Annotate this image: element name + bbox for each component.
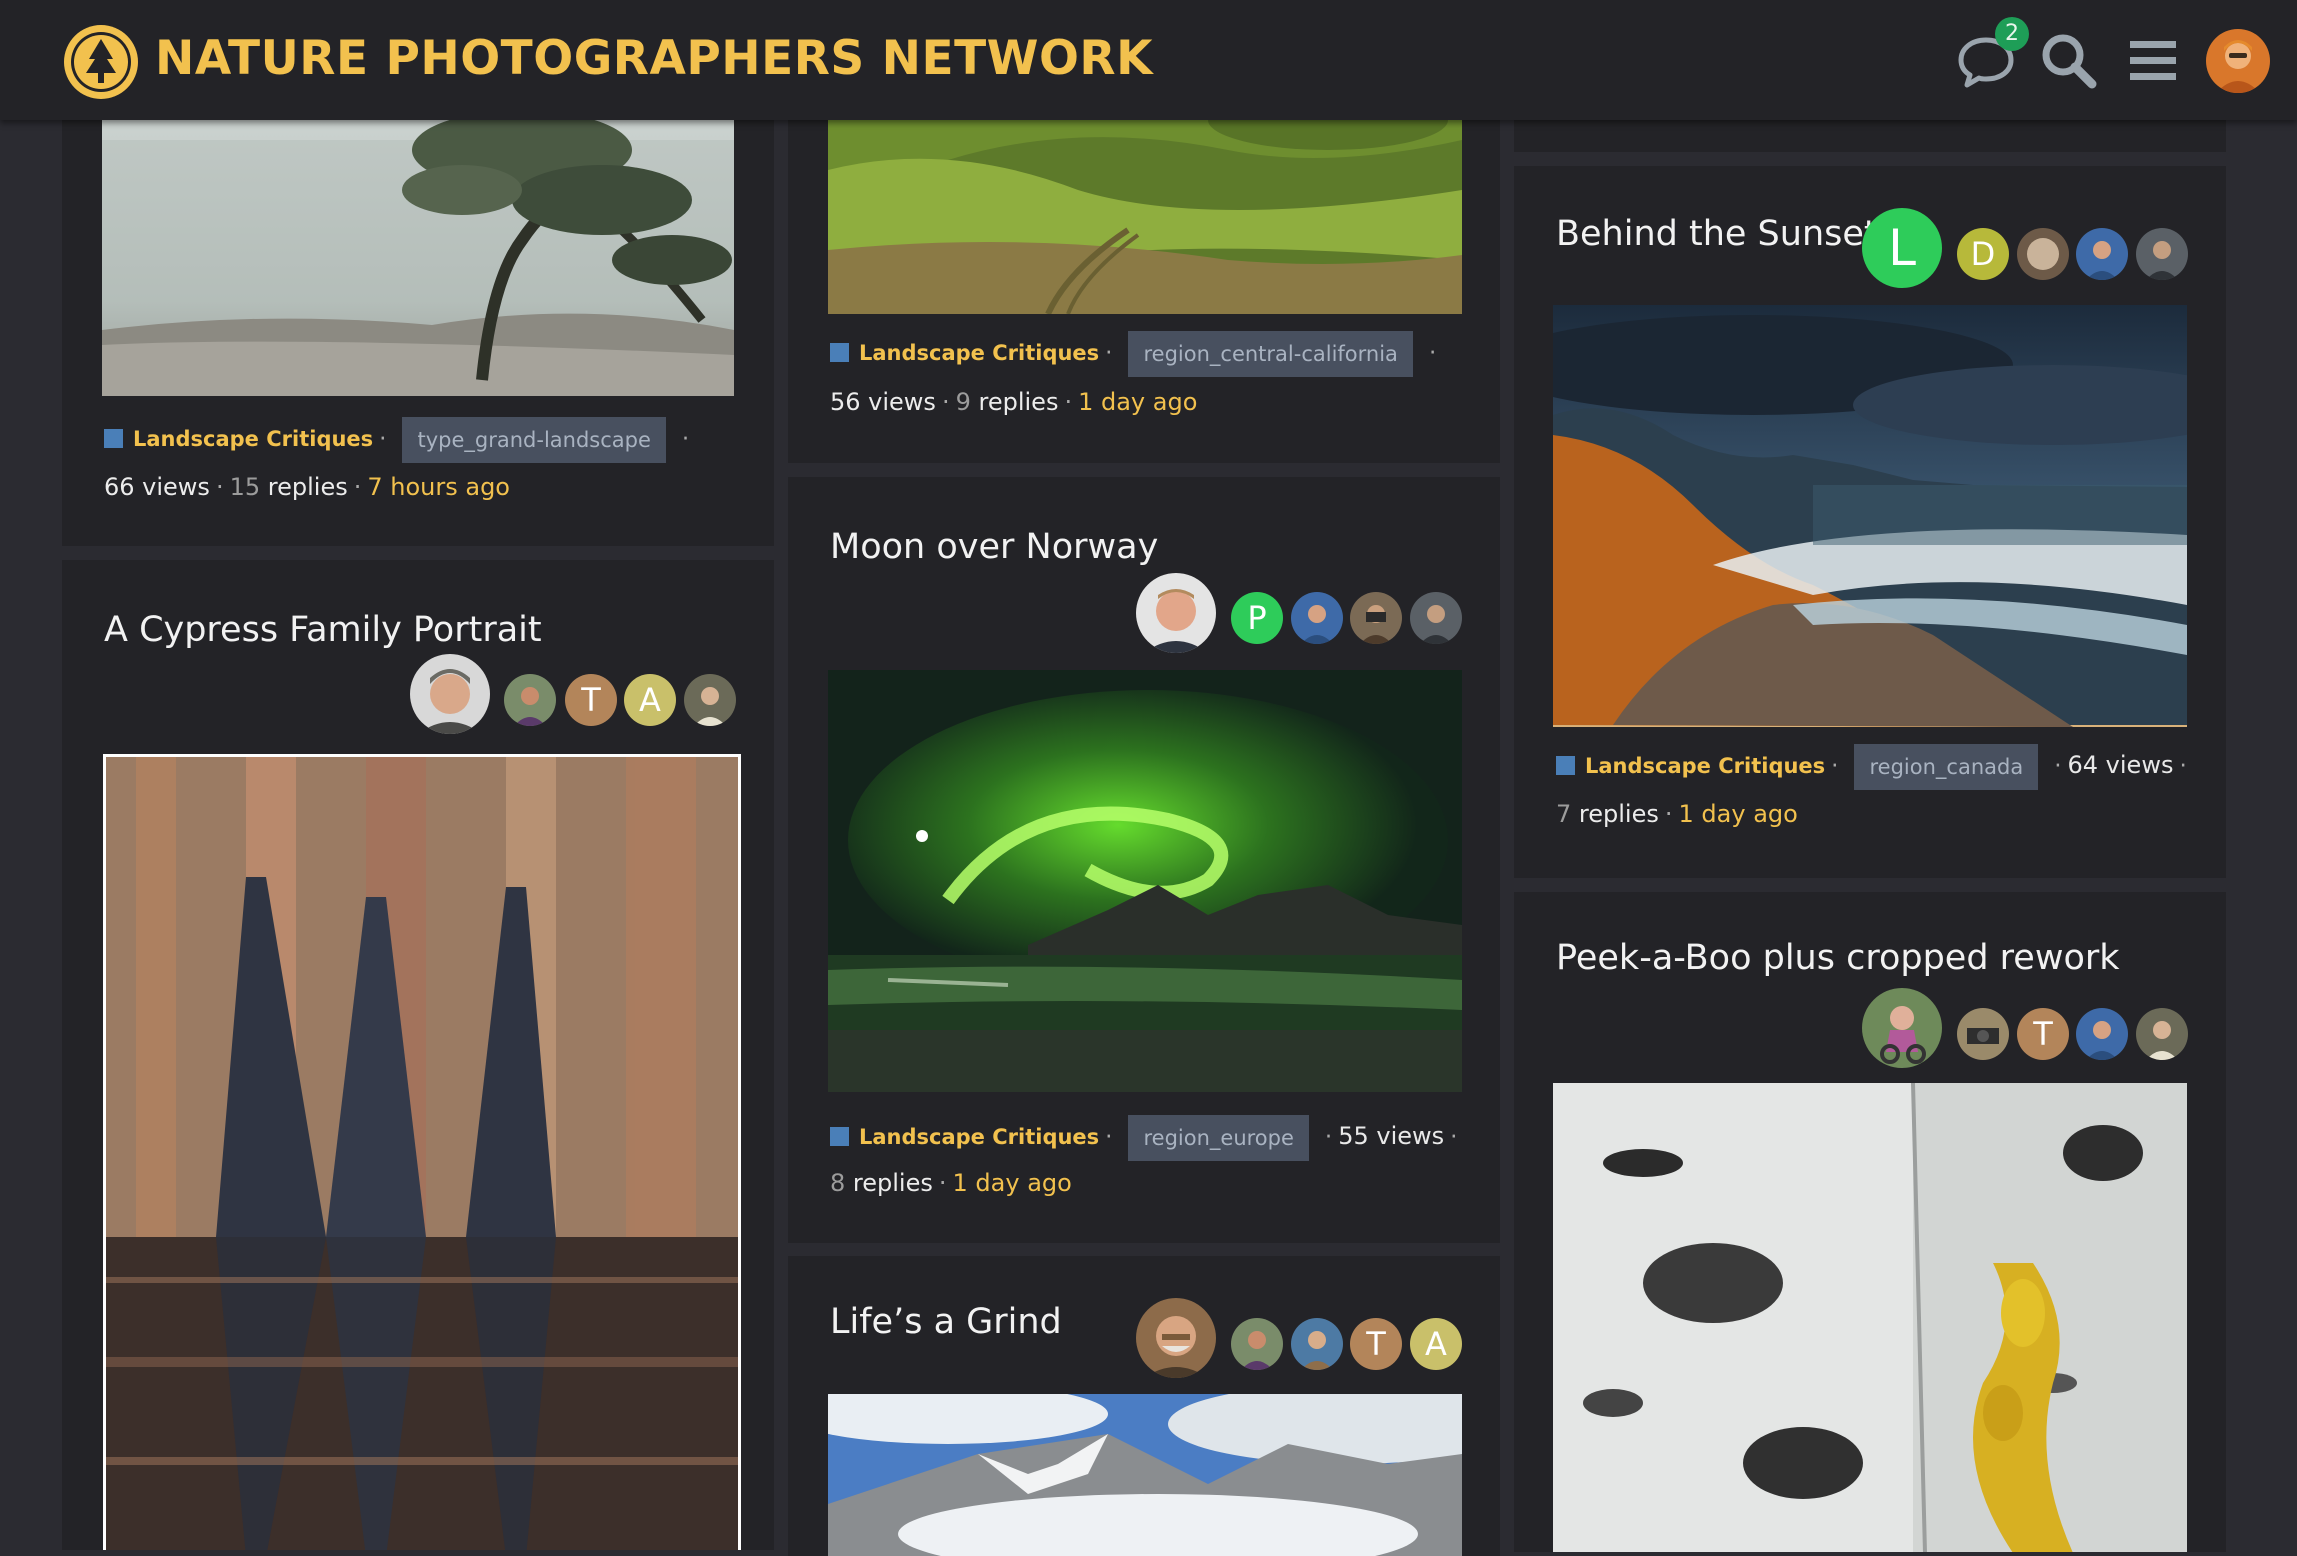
poster-avatar[interactable] bbox=[1957, 1008, 2009, 1060]
poster-avatar[interactable] bbox=[1136, 573, 1216, 653]
tag-badge[interactable]: region_canada bbox=[1854, 743, 2039, 790]
topic-title[interactable]: Moon over Norway bbox=[830, 527, 1158, 567]
topic-title[interactable]: Behind the Sunset bbox=[1556, 214, 1878, 254]
poster-avatar[interactable] bbox=[1231, 1318, 1283, 1370]
replies-label: replies bbox=[267, 473, 348, 501]
topic-image[interactable] bbox=[102, 80, 734, 396]
topic-card-pine[interactable]: Landscape Critiques · type_grand-landscape… bbox=[62, 80, 774, 546]
menu-icon[interactable] bbox=[2122, 30, 2184, 92]
poster-letter-avatar[interactable]: A bbox=[624, 674, 676, 726]
category-color-square bbox=[830, 1127, 849, 1146]
poster-avatar[interactable] bbox=[1350, 592, 1402, 644]
topic-stats: 8 replies · 1 day ago bbox=[830, 1169, 1072, 1197]
topic-image[interactable] bbox=[828, 1394, 1462, 1556]
replies-count: 8 bbox=[830, 1169, 846, 1197]
replies-count: 7 bbox=[1556, 800, 1572, 828]
topic-meta: Landscape Critiques · region_canada · 64 vie… bbox=[1556, 742, 2193, 790]
category-link[interactable]: Landscape Critiques bbox=[859, 341, 1099, 365]
activity-time[interactable]: 1 day ago bbox=[1078, 388, 1197, 416]
tag-badge[interactable]: type_grand-landscape bbox=[402, 416, 666, 463]
poster-letter-avatar[interactable]: L bbox=[1862, 208, 1942, 288]
topic-card-moon-over-norway[interactable]: Moon over Norway P Landscape Critiques ·… bbox=[788, 477, 1500, 1243]
topic-image[interactable] bbox=[103, 754, 741, 1550]
chat-badge: 2 bbox=[1995, 17, 2029, 51]
topic-image[interactable] bbox=[1553, 1083, 2187, 1552]
poster-avatar[interactable] bbox=[684, 674, 736, 726]
topic-title[interactable]: A Cypress Family Portrait bbox=[104, 610, 542, 650]
site-title[interactable]: NATURE PHOTOGRAPHERS NETWORK bbox=[155, 31, 1153, 86]
poster-avatar[interactable] bbox=[1410, 592, 1462, 644]
poster-avatar[interactable] bbox=[2017, 228, 2069, 280]
poster-letter-avatar[interactable]: P bbox=[1231, 592, 1283, 644]
poster-avatar[interactable] bbox=[2136, 1008, 2188, 1060]
topic-meta: Landscape Critiques · region_central-calif… bbox=[830, 330, 1442, 377]
topic-card-behind-the-sunset[interactable]: Behind the Sunset L D Landscape Critique… bbox=[1514, 166, 2226, 878]
category-color-square bbox=[1556, 756, 1575, 775]
poster-letter-avatar[interactable]: T bbox=[1350, 1318, 1402, 1370]
topic-meta: Landscape Critiques · type_grand-landscape… bbox=[104, 416, 695, 463]
logo-icon[interactable] bbox=[62, 23, 140, 101]
topic-image[interactable] bbox=[828, 670, 1462, 1092]
poster-letter-avatar[interactable]: A bbox=[1410, 1318, 1462, 1370]
topic-meta: Landscape Critiques · region_europe · 55 vie… bbox=[830, 1113, 1463, 1161]
topic-card-peek-a-boo[interactable]: Peek-a-Boo plus cropped rework T bbox=[1514, 892, 2226, 1552]
topic-stats: 7 replies · 1 day ago bbox=[1556, 800, 1798, 828]
topic-card-hills[interactable]: Landscape Critiques · region_central-calif… bbox=[788, 80, 1500, 463]
activity-time[interactable]: 7 hours ago bbox=[367, 473, 510, 501]
poster-avatar[interactable] bbox=[1862, 988, 1942, 1068]
poster-avatar[interactable] bbox=[1291, 1318, 1343, 1370]
site-header: NATURE PHOTOGRAPHERS NETWORK 2 bbox=[0, 0, 2297, 120]
poster-avatar[interactable] bbox=[2136, 228, 2188, 280]
category-color-square bbox=[104, 429, 123, 448]
replies-count: 15 bbox=[229, 473, 261, 501]
views-count: 64 views bbox=[2067, 751, 2174, 779]
views-count: 56 views bbox=[830, 388, 936, 416]
activity-time[interactable]: 1 day ago bbox=[953, 1169, 1072, 1197]
poster-avatar[interactable] bbox=[504, 674, 556, 726]
topic-title[interactable]: Life’s a Grind bbox=[830, 1302, 1062, 1342]
replies-label: replies bbox=[852, 1169, 933, 1197]
views-count: 66 views bbox=[104, 473, 210, 501]
topic-card-lifes-a-grind[interactable]: Life’s a Grind T A bbox=[788, 1256, 1500, 1556]
poster-avatar[interactable] bbox=[1136, 1298, 1216, 1378]
poster-letter-avatar[interactable]: T bbox=[2017, 1008, 2069, 1060]
poster-letter-avatar[interactable]: T bbox=[565, 674, 617, 726]
category-link[interactable]: Landscape Critiques bbox=[133, 427, 373, 451]
category-color-square bbox=[830, 343, 849, 362]
tag-badge[interactable]: region_europe bbox=[1128, 1114, 1309, 1161]
poster-avatar[interactable] bbox=[410, 654, 490, 734]
search-icon[interactable] bbox=[2038, 30, 2100, 92]
topic-stats: 56 views · 9 replies · 1 day ago bbox=[830, 388, 1198, 416]
poster-avatar[interactable] bbox=[2076, 1008, 2128, 1060]
topic-title[interactable]: Peek-a-Boo plus cropped rework bbox=[1556, 938, 2120, 978]
category-link[interactable]: Landscape Critiques bbox=[859, 1125, 1099, 1149]
poster-letter-avatar[interactable]: D bbox=[1957, 228, 2009, 280]
replies-label: replies bbox=[978, 388, 1059, 416]
topic-stats: 66 views · 15 replies · 7 hours ago bbox=[104, 473, 510, 501]
poster-avatar[interactable] bbox=[2076, 228, 2128, 280]
topic-card-cypress[interactable]: A Cypress Family Portrait T A bbox=[62, 560, 774, 1550]
poster-avatar[interactable] bbox=[1291, 592, 1343, 644]
topic-image[interactable] bbox=[1553, 305, 2187, 727]
activity-time[interactable]: 1 day ago bbox=[1679, 800, 1798, 828]
views-count: 55 views bbox=[1338, 1122, 1445, 1150]
tag-badge[interactable]: region_central-california bbox=[1128, 330, 1413, 377]
category-link[interactable]: Landscape Critiques bbox=[1585, 754, 1825, 778]
replies-count: 9 bbox=[955, 388, 971, 416]
replies-label: replies bbox=[1578, 800, 1659, 828]
user-avatar[interactable] bbox=[2206, 29, 2270, 93]
